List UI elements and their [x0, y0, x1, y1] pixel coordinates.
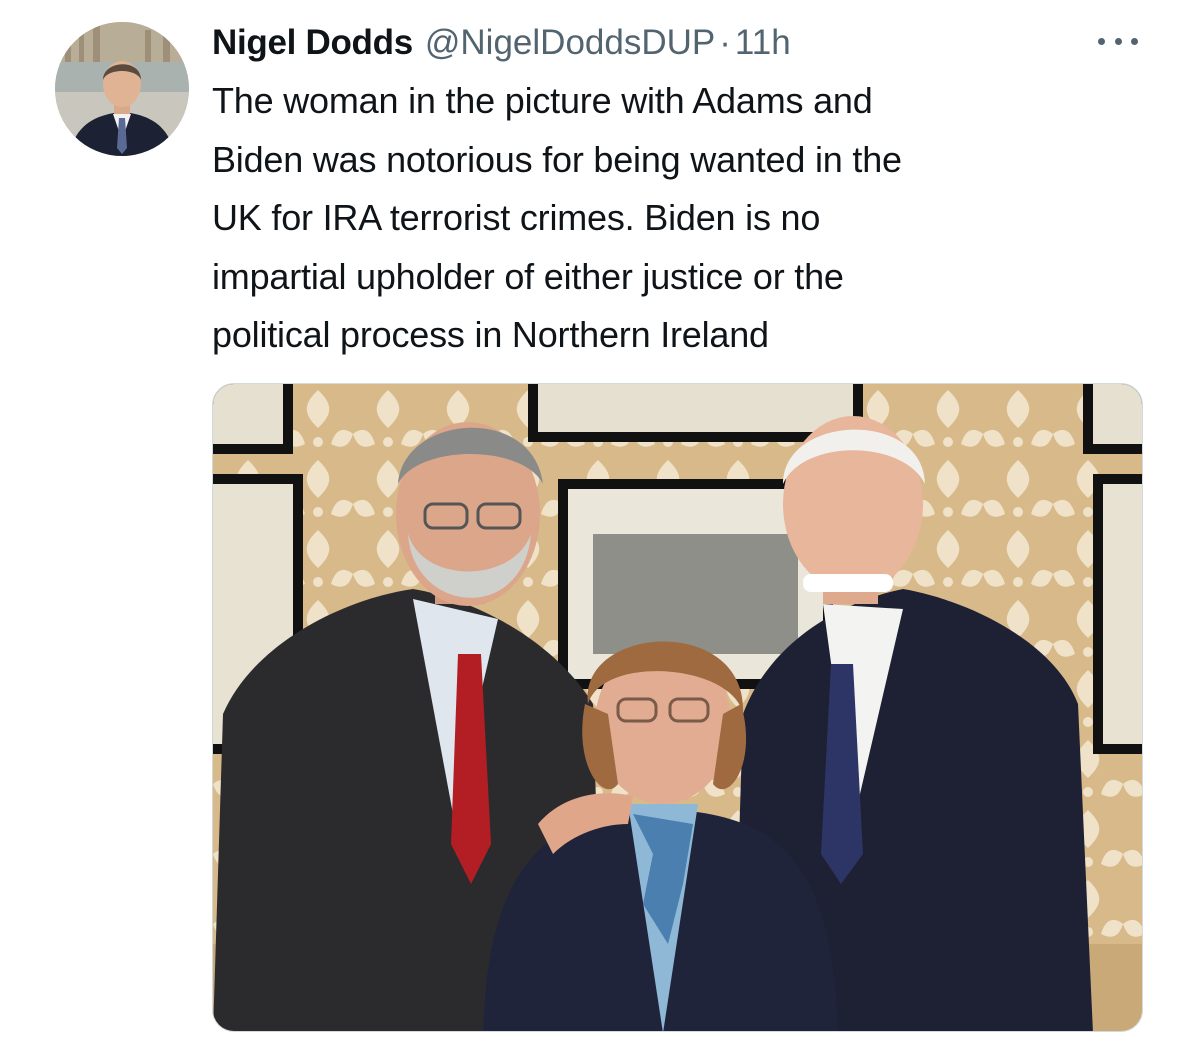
avatar[interactable] [55, 22, 189, 156]
tweet-card[interactable]: Nigel Dodds @NigelDoddsDUP · 11h The wom… [0, 0, 1200, 1057]
more-horizontal-icon[interactable] [1096, 28, 1140, 54]
tweet-text-line: Biden was notorious for being wanted in … [212, 138, 902, 180]
more-dot [1098, 37, 1105, 45]
tweet-text-line: impartial upholder of either justice or … [212, 255, 844, 297]
separator-dot: · [719, 23, 731, 62]
tweet-text-line: UK for IRA terrorist crimes. Biden is no [212, 197, 821, 238]
more-dot [1114, 37, 1122, 45]
tweet-text: The woman in the picture with Adams and … [212, 72, 1152, 365]
tweet-text-line: political process in Northern Ireland [212, 314, 769, 355]
tweet-text-line: The woman in the picture with Adams and [212, 80, 873, 121]
tweet-photo[interactable] [212, 383, 1143, 1032]
author-name[interactable]: Nigel Dodds [212, 18, 413, 68]
author-handle[interactable]: @NigelDoddsDUP [425, 18, 715, 68]
tweet-header: Nigel Dodds @NigelDoddsDUP · 11h [212, 18, 791, 68]
timestamp[interactable]: 11h [735, 18, 791, 68]
more-dot [1131, 37, 1138, 45]
